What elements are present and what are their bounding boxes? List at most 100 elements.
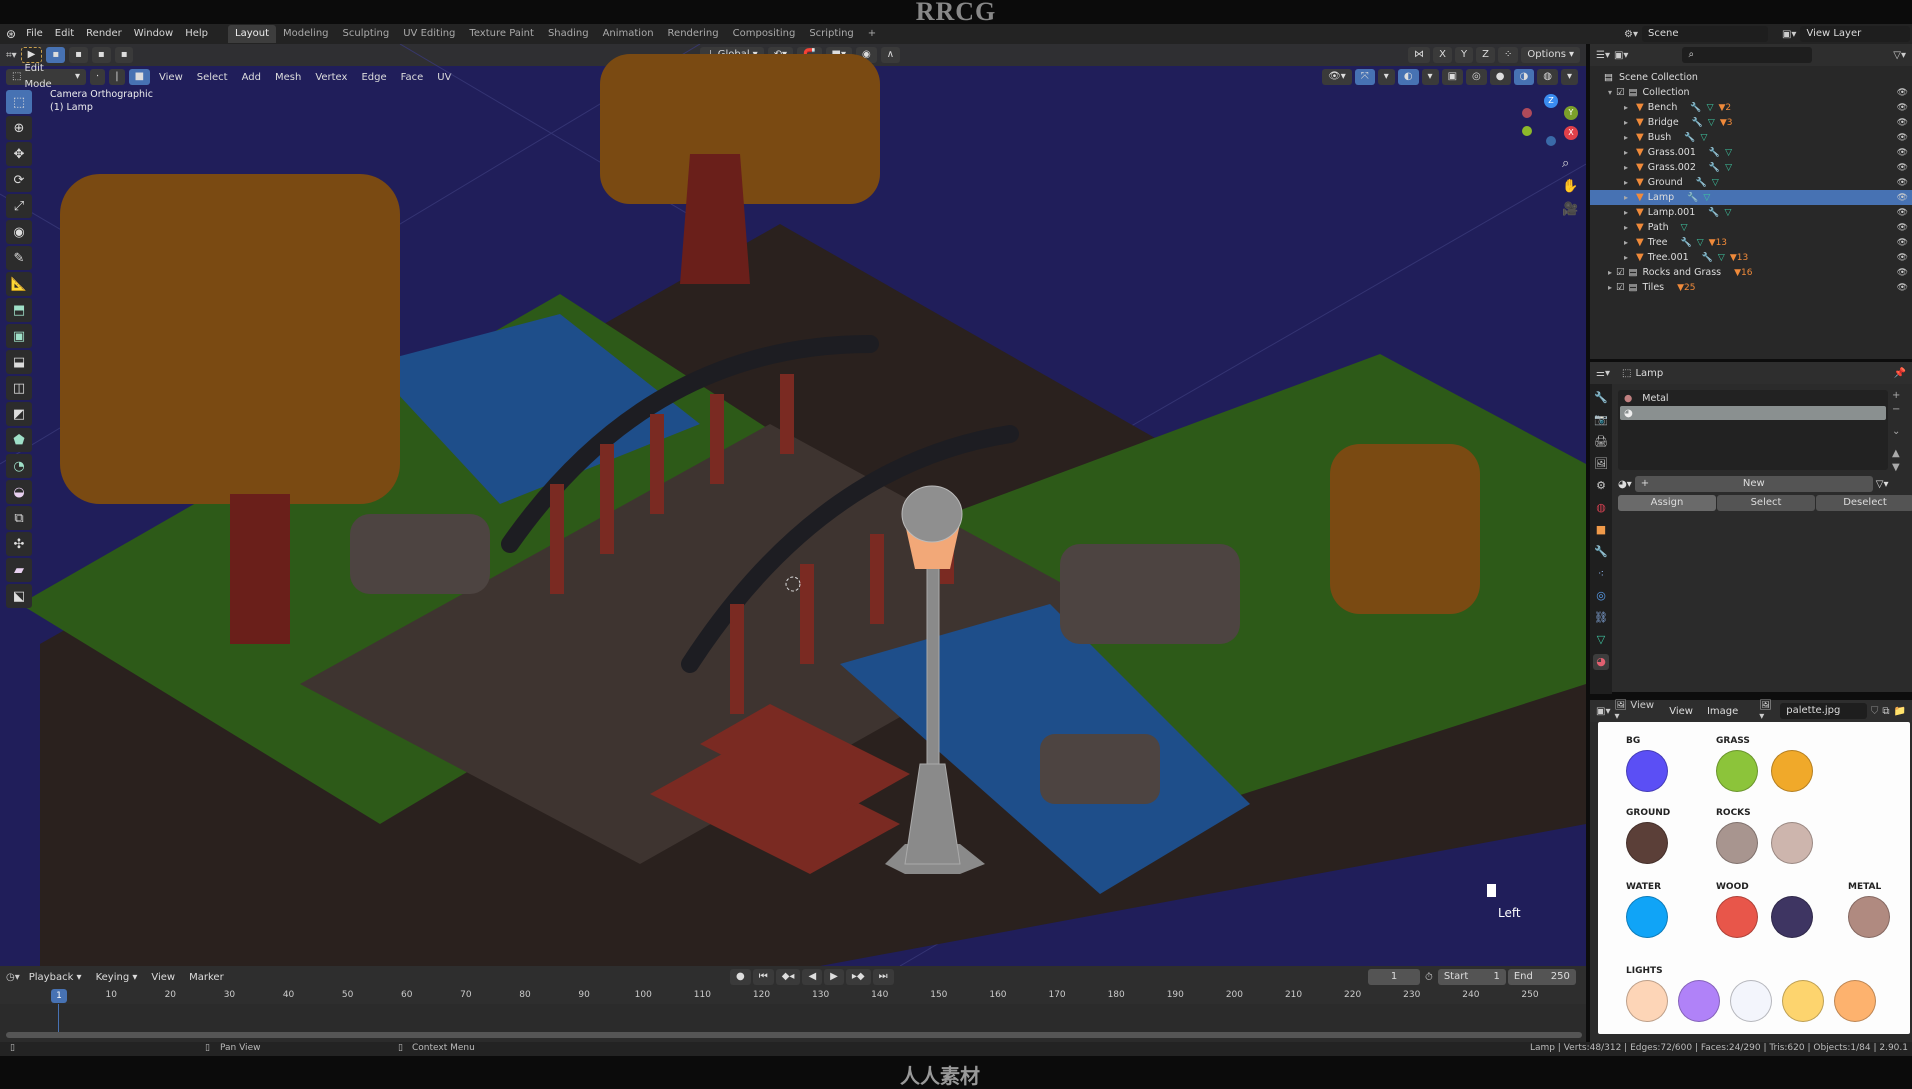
play-reverse-button[interactable]: ◀ (802, 969, 823, 985)
expand-arrow-icon[interactable]: ▸ (1624, 178, 1628, 187)
visibility-eye-icon[interactable]: 👁 (1897, 208, 1908, 218)
outliner-item-bridge[interactable]: ▸ ▼ Bridge 🔧 ▽ ▼3 👁 (1590, 115, 1912, 130)
expand-arrow-icon[interactable]: ▸ (1624, 163, 1628, 172)
palette-swatch-lights-1[interactable] (1626, 980, 1668, 1022)
outliner-item-collection[interactable]: ▾ ☑ ▤ Collection 👁 (1590, 85, 1912, 100)
child-count-badge[interactable]: ▼16 (1734, 268, 1752, 278)
remove-slot-button[interactable]: − (1892, 404, 1900, 415)
outliner-item-lamp-001[interactable]: ▸ ▼ Lamp.001 🔧 ▽ 👁 (1590, 205, 1912, 220)
expand-arrow-icon[interactable]: ▸ (1624, 103, 1628, 112)
link-data-icon[interactable]: ▽▾ (1876, 479, 1889, 490)
workspace-tab-compositing[interactable]: Compositing (726, 25, 803, 43)
playhead[interactable]: 1 (51, 989, 67, 1003)
scene-icon[interactable]: ⚙▾ (1624, 29, 1638, 40)
visibility-eye-icon[interactable]: 👁 (1897, 253, 1908, 263)
new-image-icon[interactable]: ⧉ (1882, 706, 1889, 717)
knife-tool-icon[interactable]: ◩ (6, 402, 32, 426)
modifier-icon[interactable]: 🔧 (1687, 193, 1698, 203)
palette-swatch-ground-1[interactable] (1626, 822, 1668, 864)
scene-tab-icon[interactable]: ⚙ (1593, 478, 1609, 494)
workspace-tab-animation[interactable]: Animation (596, 25, 661, 43)
move-slot-up-button[interactable]: ▲ (1892, 448, 1900, 459)
scale-tool-icon[interactable]: ⤢ (6, 194, 32, 218)
material-slot-empty-selected[interactable]: ◕ (1620, 406, 1886, 420)
child-count-badge[interactable]: ▼13 (1709, 238, 1727, 248)
gizmo-neg-x[interactable] (1522, 108, 1532, 118)
workspace-tab-sculpting[interactable]: Sculpting (336, 25, 397, 43)
workspace-tab-rendering[interactable]: Rendering (661, 25, 726, 43)
child-count-badge[interactable]: ▼13 (1730, 253, 1748, 263)
cursor-tool-icon[interactable]: ⊕ (6, 116, 32, 140)
material-slot-list[interactable]: ● Metal ◕ (1618, 390, 1888, 470)
gizmo-y-axis[interactable]: Y (1564, 106, 1578, 120)
timeline-scrollbar[interactable] (6, 1032, 1582, 1038)
pin-icon[interactable]: 📌 (1894, 368, 1906, 379)
loop-cut-tool-icon[interactable]: ◫ (6, 376, 32, 400)
menu-image[interactable]: Image (1702, 706, 1743, 717)
physics-tab-icon[interactable]: ◎ (1593, 588, 1609, 604)
modifier-icon[interactable]: 🔧 (1696, 178, 1707, 188)
blender-logo-icon[interactable]: ⊛ (6, 27, 16, 41)
image-editor-type-icon[interactable]: ▣▾ (1596, 706, 1610, 717)
gizmo-neg-y[interactable] (1522, 126, 1532, 136)
exclude-checkbox[interactable]: ☑ (1616, 267, 1625, 278)
annotate-tool-icon[interactable]: ✎ (6, 246, 32, 270)
workspace-tab-modeling[interactable]: Modeling (276, 25, 336, 43)
material-slot-metal[interactable]: ● Metal (1618, 390, 1888, 406)
view-layer-tab-icon[interactable]: 🖼 (1593, 456, 1609, 472)
expand-arrow-icon[interactable]: ▸ (1624, 148, 1628, 157)
palette-swatch-wood-2[interactable] (1771, 896, 1813, 938)
frame-ruler[interactable]: 1 10 20 30 40 50 60 70 80 90 100 110 120 130 140 150 16… (0, 988, 1586, 1004)
palette-swatch-lights-5[interactable] (1834, 980, 1876, 1022)
palette-swatch-lights-2[interactable] (1678, 980, 1720, 1022)
palette-swatch-grass-2[interactable] (1771, 750, 1813, 792)
gizmo-z-axis[interactable]: Z (1544, 94, 1558, 108)
palette-swatch-rocks-1[interactable] (1716, 822, 1758, 864)
mesh-data-icon[interactable]: ▽ (1700, 133, 1707, 143)
render-tab-icon[interactable]: 📷 (1593, 412, 1609, 428)
open-image-icon[interactable]: 📁 (1894, 706, 1906, 717)
visibility-eye-icon[interactable]: 👁 (1897, 88, 1908, 98)
image-name-field[interactable]: palette.jpg (1780, 703, 1867, 719)
outliner-item-bench[interactable]: ▸ ▼ Bench 🔧 ▽ ▼2 👁 (1590, 100, 1912, 115)
browse-image-icon[interactable]: 🖼▾ (1759, 700, 1776, 722)
visibility-eye-icon[interactable]: 👁 (1897, 268, 1908, 278)
expand-arrow-icon[interactable]: ▸ (1608, 268, 1612, 277)
tool-tab-icon[interactable]: 🔧 (1593, 390, 1609, 406)
filter-icon[interactable]: ▽▾ (1893, 50, 1906, 61)
visibility-eye-icon[interactable]: 👁 (1897, 148, 1908, 158)
expand-arrow-icon[interactable]: ▸ (1624, 118, 1628, 127)
properties-editor-type-icon[interactable]: ⚌▾ (1596, 368, 1610, 379)
data-tab-icon[interactable]: ▽ (1593, 632, 1609, 648)
assign-button[interactable]: Assign (1618, 495, 1716, 511)
modifier-icon[interactable]: 🔧 (1709, 163, 1720, 173)
menu-window[interactable]: Window (128, 24, 179, 44)
expand-arrow-icon[interactable]: ▸ (1624, 223, 1628, 232)
playback-menu[interactable]: Playback ▾ (24, 972, 87, 983)
visibility-eye-icon[interactable]: 👁 (1897, 283, 1908, 293)
visibility-eye-icon[interactable]: 👁 (1897, 103, 1908, 113)
visibility-eye-icon[interactable]: 👁 (1897, 118, 1908, 128)
outliner-item-grass-001[interactable]: ▸ ▼ Grass.001 🔧 ▽ 👁 (1590, 145, 1912, 160)
menu-help[interactable]: Help (179, 24, 214, 44)
modifier-icon[interactable]: 🔧 (1708, 208, 1719, 218)
palette-swatch-water-1[interactable] (1626, 896, 1668, 938)
outliner-item-rocks-and-grass[interactable]: ▸ ☑ ▤ Rocks and Grass ▼16 👁 (1590, 265, 1912, 280)
mesh-data-icon[interactable]: ▽ (1725, 148, 1732, 158)
exclude-checkbox[interactable]: ☑ (1616, 282, 1625, 293)
smooth-tool-icon[interactable]: ◒ (6, 480, 32, 504)
visibility-eye-icon[interactable]: 👁 (1897, 163, 1908, 173)
expand-arrow-icon[interactable]: ▸ (1608, 283, 1612, 292)
outliner-item-grass-002[interactable]: ▸ ▼ Grass.002 🔧 ▽ 👁 (1590, 160, 1912, 175)
transform-tool-icon[interactable]: ◉ (6, 220, 32, 244)
expand-arrow-icon[interactable]: ▸ (1624, 193, 1628, 202)
view-layer-selector[interactable]: View Layer (1800, 26, 1911, 42)
palette-swatch-bg-1[interactable] (1626, 750, 1668, 792)
next-keyframe-button[interactable]: ▸◆ (845, 969, 871, 985)
edge-slide-tool-icon[interactable]: ⧉ (6, 506, 32, 530)
collapse-arrow-icon[interactable]: ▾ (1608, 88, 1612, 97)
modifier-icon[interactable]: 🔧 (1702, 253, 1713, 263)
outliner-scene-collection[interactable]: ▤ Scene Collection (1590, 70, 1912, 85)
menu-file[interactable]: File (20, 24, 49, 44)
jump-start-button[interactable]: ⏮ (752, 969, 774, 985)
